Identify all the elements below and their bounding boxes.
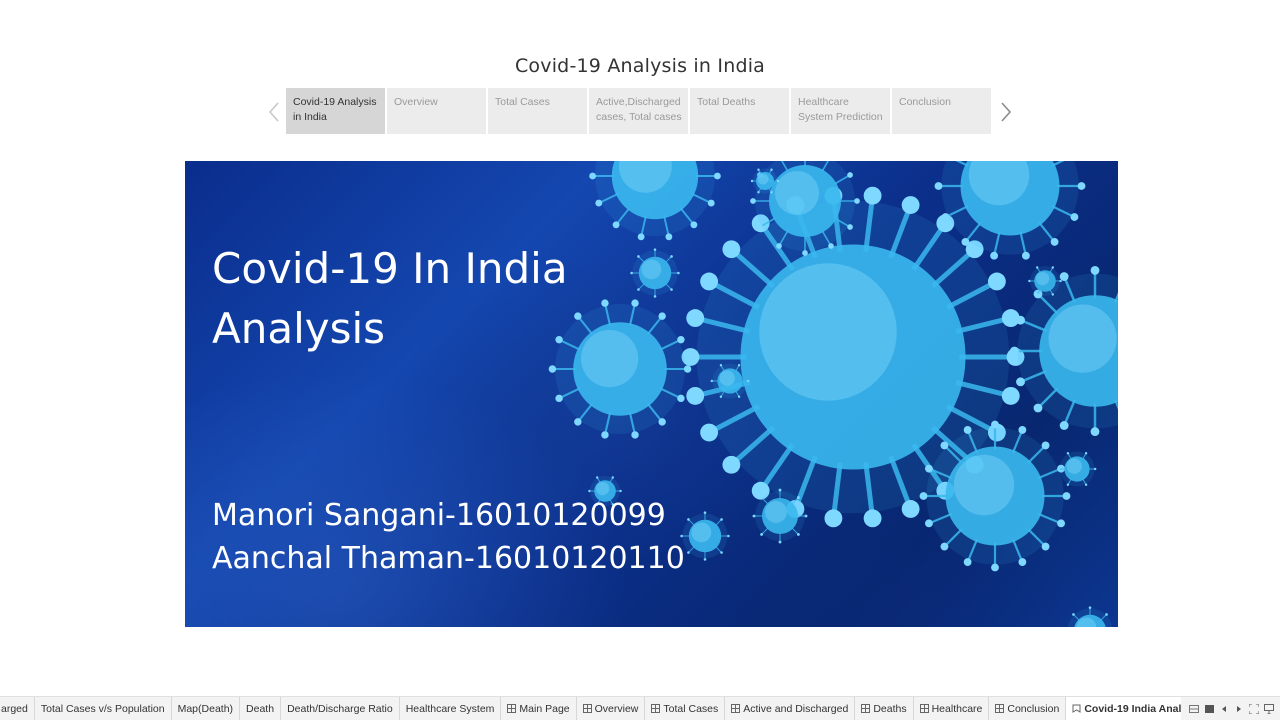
sheet-tab-dashboard[interactable]: Overview xyxy=(577,697,646,720)
sheet-tab-dashboard[interactable]: Total Cases xyxy=(645,697,726,720)
virus-particle xyxy=(1009,265,1118,437)
sheet-tab-label: Deaths xyxy=(873,702,907,715)
hero-image: Covid-19 In India Analysis Manori Sangan… xyxy=(185,161,1118,627)
dashboard-icon xyxy=(507,704,517,713)
next-story-point-button[interactable] xyxy=(997,96,1015,128)
sheet-tab-dashboard[interactable]: Conclusion xyxy=(989,697,1067,720)
sheet-tab-label: Healthcare System xyxy=(405,702,495,715)
sheet-tab-sheet[interactable]: Death/Discharge Ratio xyxy=(281,697,400,720)
sheet-tab-sheet[interactable]: Map(Death) xyxy=(172,697,241,720)
previous-story-point-button[interactable] xyxy=(265,96,283,128)
dashboard-icon xyxy=(995,704,1005,713)
hero-title-line-2: Analysis xyxy=(212,304,386,353)
story-point-3[interactable]: Total Cases xyxy=(488,88,587,134)
dashboard-icon xyxy=(731,704,741,713)
sheet-tab-sheet[interactable]: Healthcare System xyxy=(400,697,502,720)
sheet-tab-dashboard[interactable]: Healthcare xyxy=(914,697,990,720)
scroll-left-icon[interactable] xyxy=(1219,704,1229,714)
virus-particle xyxy=(1067,606,1113,627)
sheet-tab-label: Death/Discharge Ratio xyxy=(287,702,393,715)
sheet-tab-sheet[interactable]: Total Cases v/s Population xyxy=(35,697,172,720)
dashboard-icon xyxy=(651,704,661,713)
virus-particle xyxy=(680,511,730,561)
story-icon xyxy=(1072,704,1081,713)
sheet-tab-sheet[interactable]: Death xyxy=(240,697,282,720)
story-point-1[interactable]: Covid-19 Analysis in India xyxy=(286,88,385,134)
sheet-tab-label: Death xyxy=(246,702,275,715)
sheet-tab-dashboard[interactable]: Deaths xyxy=(855,697,914,720)
sheet-tab-sheet[interactable]: arged xyxy=(0,697,35,720)
sheet-tab-label: Overview xyxy=(594,702,639,715)
story-point-7[interactable]: Conclusion xyxy=(892,88,991,134)
show-tabs-icon[interactable] xyxy=(1204,704,1214,714)
story-point-4[interactable]: Active,Discharged cases, Total cases xyxy=(589,88,688,134)
sheet-tab-label: Main Page xyxy=(519,702,570,715)
story-point-6[interactable]: Healthcare System Prediction xyxy=(791,88,890,134)
story-point-5[interactable]: Total Deaths xyxy=(690,88,789,134)
sheet-tab-label: Total Cases v/s Population xyxy=(40,702,165,715)
sheet-tab-dashboard[interactable]: Main Page xyxy=(501,697,577,720)
tab-bar-controls xyxy=(1181,697,1274,720)
hero-title-line-1: Covid-19 In India xyxy=(212,244,568,293)
sheet-tab-label: Conclusion xyxy=(1007,702,1060,715)
sheet-tab-label: Total Cases xyxy=(663,702,719,715)
sheet-tab-bar: arged Total Cases v/s Population Map(Death… xyxy=(0,696,1280,720)
virus-particle xyxy=(752,488,808,544)
sheet-tab-label: arged xyxy=(1,702,28,715)
dashboard-icon xyxy=(919,704,929,713)
sheet-tab-label: Healthcare xyxy=(931,702,983,715)
story-navigator: Covid-19 Analysis in India Overview Total … xyxy=(286,88,991,134)
author-1: Manori Sangani-16010120099 xyxy=(212,498,666,533)
story-point-2[interactable]: Overview xyxy=(387,88,486,134)
chevron-left-icon xyxy=(268,102,279,122)
author-2: Aanchal Thaman-16010120110 xyxy=(212,541,685,576)
story-title: Covid-19 Analysis in India xyxy=(514,55,766,77)
hero-title: Covid-19 In India Analysis xyxy=(212,239,692,359)
sheet-tab-dashboard[interactable]: Active and Discharged xyxy=(725,697,856,720)
sheet-tabs: arged Total Cases v/s Population Map(Death… xyxy=(0,697,1209,720)
virus-particle xyxy=(589,161,721,241)
sheet-tab-label: Map(Death) xyxy=(177,702,234,715)
virus-particle xyxy=(1057,451,1097,487)
chevron-right-icon xyxy=(1001,102,1012,122)
show-filmstrip-icon[interactable] xyxy=(1189,704,1199,714)
present-icon[interactable] xyxy=(1264,704,1274,714)
scroll-right-icon[interactable] xyxy=(1234,704,1244,714)
virus-particle xyxy=(919,420,1071,572)
fullscreen-icon[interactable] xyxy=(1249,704,1259,714)
sheet-tab-label: Active and Discharged xyxy=(743,702,849,715)
dashboard-icon xyxy=(582,704,592,713)
dashboard-icon xyxy=(861,704,871,713)
